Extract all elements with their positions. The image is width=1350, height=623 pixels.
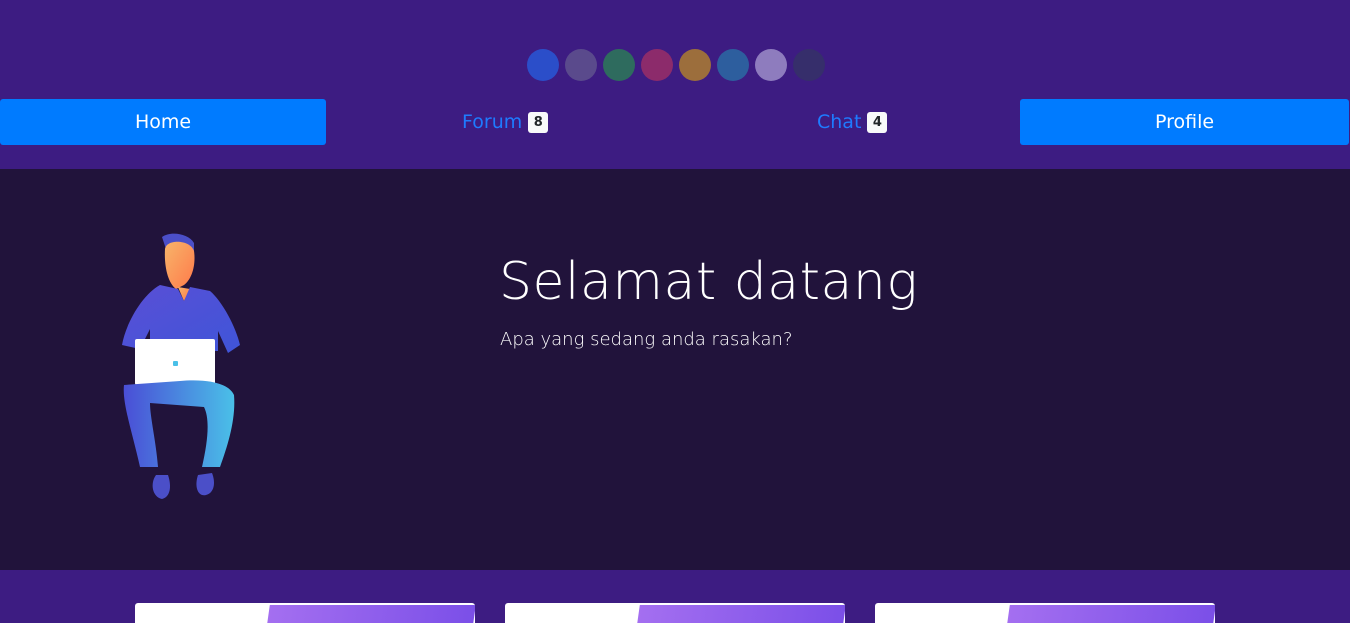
person-with-laptop-illustration [122, 233, 240, 499]
nav-home-button[interactable]: Home [0, 99, 326, 145]
forum-count-badge: 8 [528, 111, 549, 133]
hero-subtitle: Apa yang sedang anda rasakan? [500, 329, 793, 350]
theme-swatch-lavender[interactable] [755, 49, 787, 81]
theme-swatches [527, 49, 825, 81]
theme-swatch-slate-purple[interactable] [565, 49, 597, 81]
theme-swatch-teal-green[interactable] [603, 49, 635, 81]
card-2[interactable] [505, 603, 845, 623]
main-nav: Home Forum 8 Chat 4 Profile [0, 99, 1350, 145]
theme-swatch-blue[interactable] [527, 49, 559, 81]
theme-swatch-ochre[interactable] [679, 49, 711, 81]
theme-swatch-magenta[interactable] [641, 49, 673, 81]
nav-profile-label: Profile [1154, 111, 1215, 133]
header: Home Forum 8 Chat 4 Profile [0, 0, 1350, 169]
card-1[interactable] [135, 603, 475, 623]
hero-title: Selamat datang [499, 252, 919, 312]
cards-section [0, 570, 1350, 623]
nav-profile-button[interactable]: Profile [1020, 99, 1349, 145]
nav-chat-label: Chat [817, 111, 862, 133]
card-3-image [1007, 605, 1215, 623]
nav-forum-label: Forum [462, 111, 523, 133]
card-3[interactable] [875, 603, 1215, 623]
chat-count-badge: 4 [867, 111, 888, 133]
card-2-image [637, 605, 845, 623]
theme-swatch-dark-navy[interactable] [793, 49, 825, 81]
hero-section: Selamat datang Apa yang sedang anda rasa… [0, 169, 1350, 570]
card-1-image [267, 605, 475, 623]
theme-swatch-steel-blue[interactable] [717, 49, 749, 81]
nav-forum-link[interactable]: Forum 8 [462, 99, 549, 145]
nav-home-label: Home [134, 111, 192, 133]
nav-chat-link[interactable]: Chat 4 [817, 99, 888, 145]
